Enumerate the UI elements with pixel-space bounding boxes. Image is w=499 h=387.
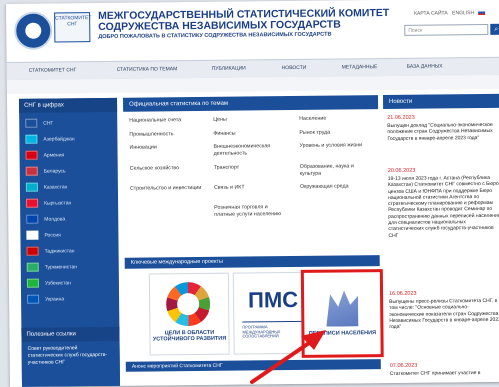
annotation-arrow-icon [250, 330, 326, 384]
